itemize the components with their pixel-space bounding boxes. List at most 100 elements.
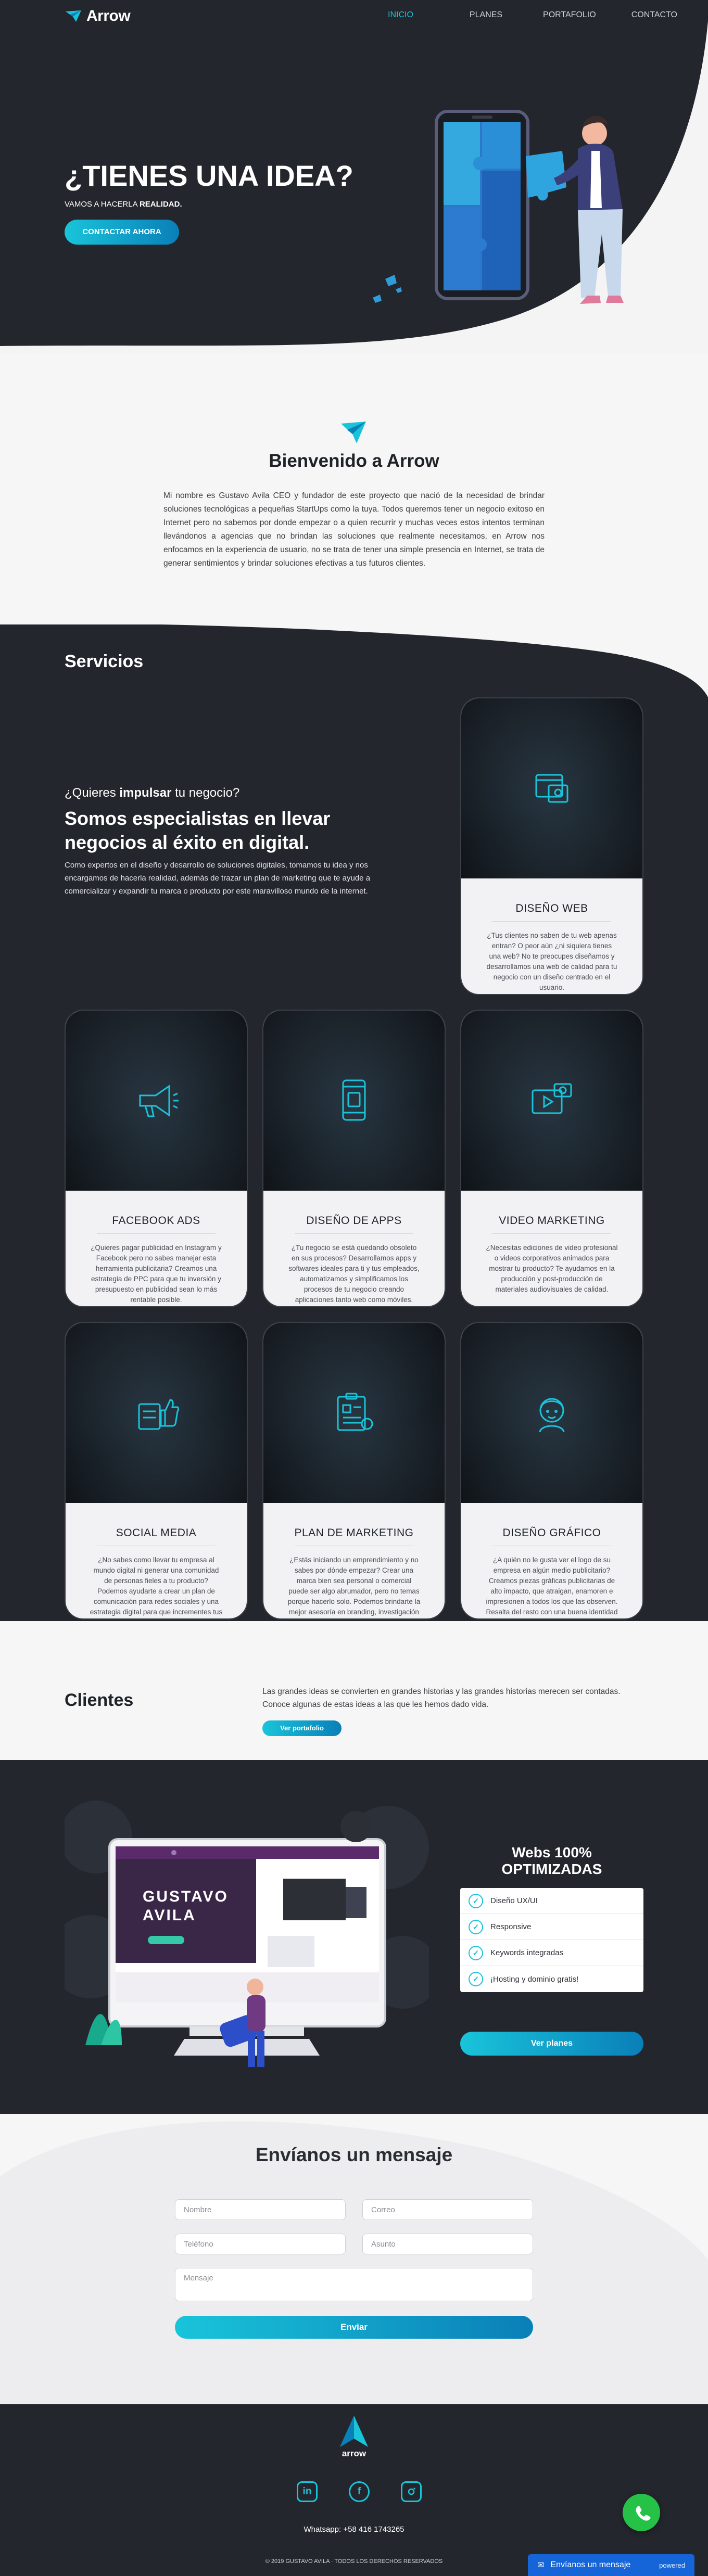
feature-label: Keywords integradas [490,1948,564,1957]
check-icon: ✓ [469,1919,483,1934]
optimized-title: Webs 100% OPTIMIZADAS [501,1844,602,1877]
card-title: DISEÑO WEB [515,902,588,914]
check-icon: ✓ [469,1945,483,1960]
email-field[interactable] [362,2199,533,2220]
card-title: VIDEO MARKETING [499,1215,605,1227]
linkedin-icon[interactable]: in [297,2481,318,2502]
card-text: ¿Quieres pagar publicidad en Instagram y… [91,1244,222,1304]
welcome-title: Bienvenido a Arrow [269,451,439,471]
services-title: Servicios [65,652,144,671]
card-image [66,1323,247,1503]
service-card-marketing-plan[interactable]: PLAN DE MARKETING ¿Estás iniciando un em… [262,1322,446,1619]
service-card-graphic-design[interactable]: DISEÑO GRÁFICO ¿A quién no le gusta ver … [460,1322,643,1619]
social-links: in f [297,2481,422,2502]
social-like-icon [138,1399,179,1430]
message-field[interactable] [175,2268,533,2301]
paper-plane-icon [341,422,366,443]
check-icon: ✓ [469,1972,483,1986]
phone-field[interactable] [175,2234,346,2254]
hero-subtitle: VAMOS A HACERLA REALIDAD. [65,200,182,209]
card-text: ¿No sabes como llevar tu empresa al mund… [90,1556,223,1616]
mockup-name-line2: AVILA [143,1907,196,1924]
whatsapp-float-button[interactable] [623,2494,660,2531]
instagram-glyph [408,2488,415,2495]
nav-item-planes[interactable]: PLANES [470,10,502,20]
view-plans-button[interactable]: Ver planes [460,2032,643,2056]
chat-label: Envíanos un mensaje [550,2560,631,2569]
services-question-prefix: ¿Quieres [65,786,120,800]
features-list: ✓ Diseño UX/UI ✓ Responsive ✓ Keywords inte… [460,1888,643,1992]
service-card-facebook-ads[interactable]: FACEBOOK ADS ¿Quieres pagar publicidad e… [65,1010,248,1307]
hero-subtitle-prefix: VAMOS A HACERLA [65,200,140,209]
main-nav: INICIO PLANES PORTAFOLIO CONTACTO [388,10,677,20]
feature-label: ¡Hosting y dominio gratis! [490,1974,579,1984]
feature-label: Responsive [490,1922,532,1931]
contact-now-button[interactable]: CONTACTAR AHORA [65,220,179,245]
card-text: ¿Estás iniciando un emprendimiento y no … [287,1556,421,1616]
whatsapp-text: Whatsapp: +58 416 1743265 [304,2525,404,2534]
welcome-text: Mi nombre es Gustavo Avila CEO y fundado… [163,491,545,568]
logo-text: Arrow [86,7,131,24]
chat-brand: powered [659,2561,685,2569]
card-image [461,1011,642,1191]
card-image [461,698,642,878]
hero-subtitle-bold: REALIDAD. [139,200,182,209]
services-question: ¿Quieres impulsar tu negocio? [65,786,239,800]
card-title: DISEÑO DE APPS [306,1215,402,1227]
card-image [461,1323,642,1503]
nav-item-contacto[interactable]: CONTACTO [631,10,677,20]
feature-item: ✓ Keywords integradas [460,1940,643,1966]
whatsapp-phone-icon [636,2506,651,2521]
clients-text: Las grandes ideas se convierten en grand… [262,1687,621,1709]
card-divider [492,1233,611,1234]
card-divider [97,1233,216,1234]
footer-logo[interactable]: arrow [0,2415,708,2461]
services-question-bold: impulsar [119,786,172,800]
card-divider [492,921,611,922]
services-question-suffix: tu negocio? [171,786,240,800]
chat-icon: ✉ [537,2561,545,2570]
service-card-video-marketing[interactable]: VIDEO MARKETING ¿Necesitas ediciones de … [460,1010,643,1307]
arrow-logo-icon: arrow [340,2416,368,2458]
card-title: FACEBOOK ADS [112,1215,200,1227]
service-card-web-design[interactable]: DISEÑO WEB ¿Tus clientes no saben de tu … [460,697,643,995]
hero-section: Arrow INICIO PLANES PORTAFOLIO CONTACTO … [0,0,708,354]
subject-field[interactable] [362,2234,533,2254]
card-text: ¿Tu negocio se está quedando obsoleto en… [288,1244,420,1304]
feature-item: ✓ Diseño UX/UI [460,1888,643,1914]
card-title: SOCIAL MEDIA [116,1527,197,1539]
facebook-icon[interactable]: f [349,2481,370,2502]
send-button[interactable]: Enviar [175,2316,533,2339]
service-card-app-design[interactable]: DISEÑO DE APPS ¿Tu negocio se está queda… [262,1010,446,1307]
marketing-plan-icon [337,1393,373,1431]
card-image [66,1011,247,1191]
feature-label: Diseño UX/UI [490,1896,538,1905]
mobile-app-icon [342,1079,366,1121]
arrow-logo-icon [66,10,81,22]
check-icon: ✓ [469,1893,483,1908]
computer-mockup-illustration: GUSTAVO AVILA [65,1801,429,2067]
service-card-social-media[interactable]: SOCIAL MEDIA ¿No sabes como llevar tu em… [65,1322,248,1619]
services-paragraph: Como expertos en el diseño y desarrollo … [65,861,371,896]
feature-item: ✓ Responsive [460,1914,643,1940]
contact-title: Envíanos un mensaje [255,2144,453,2165]
services-heading: Somos especialistas en llevar negocios a… [65,808,331,853]
chat-widget-bar[interactable]: ✉ Envíanos un mensaje powered [528,2554,694,2576]
instagram-icon[interactable] [401,2481,422,2502]
clients-title: Clientes [65,1690,134,1710]
web-design-icon [535,774,568,803]
hero-title: ¿TIENES UNA IDEA? [65,159,353,192]
card-text: ¿Necesitas ediciones de video profesiona… [486,1244,618,1293]
nav-item-inicio[interactable]: INICIO [388,10,413,20]
card-text: ¿A quién no le gusta ver el logo de su e… [486,1556,618,1616]
card-image [263,1323,445,1503]
nav-item-portafolio[interactable]: PORTAFOLIO [543,10,596,20]
video-icon [532,1083,572,1114]
footer-logo-text: arrow [342,2449,366,2458]
card-text: ¿Tus clientes no saben de tu web apenas … [486,932,617,991]
logo[interactable]: Arrow [65,7,131,25]
mockup-name-line1: GUSTAVO [143,1888,229,1905]
name-field[interactable] [175,2199,346,2220]
portfolio-button[interactable]: Ver portafolio [262,1720,342,1736]
card-image [263,1011,445,1191]
